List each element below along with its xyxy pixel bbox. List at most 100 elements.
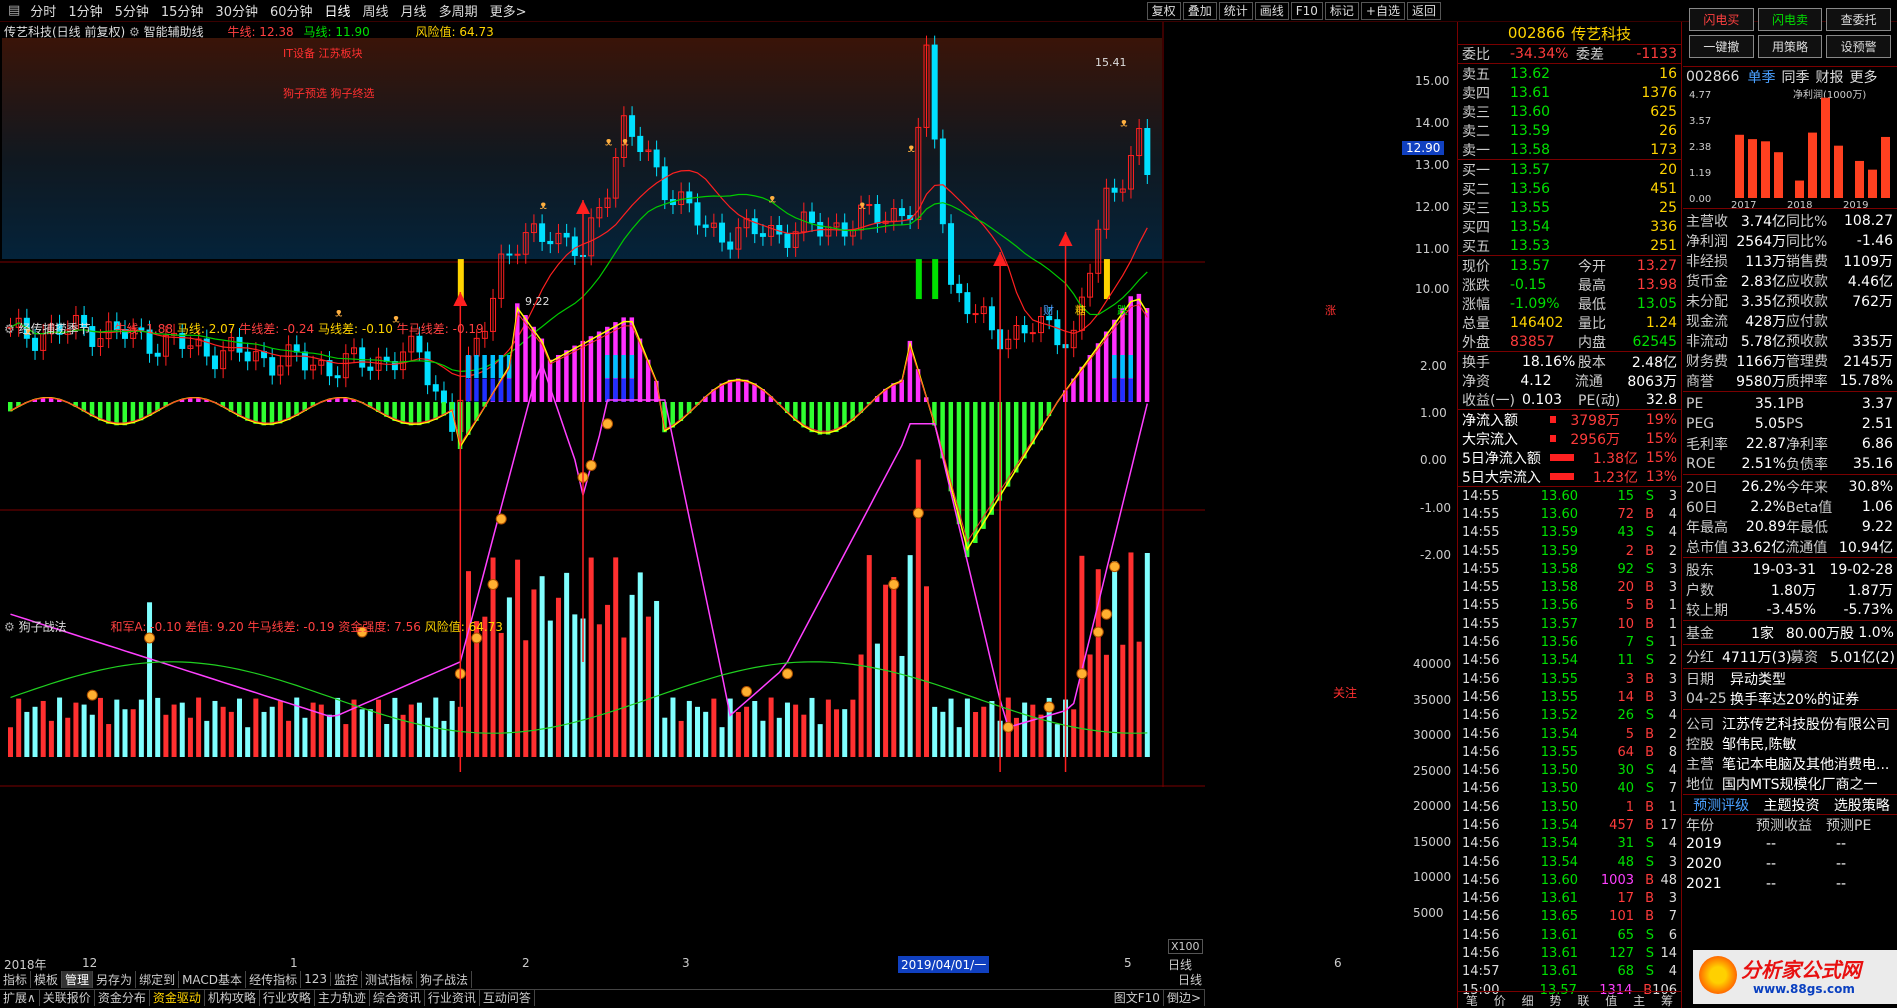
tool-button-6[interactable]: +自选 <box>1360 2 1405 20</box>
indicator-tab-6[interactable]: 经传指标 <box>246 970 302 988</box>
candle[interactable] <box>751 218 758 235</box>
candle[interactable] <box>702 224 709 228</box>
period-tab-2[interactable]: 5分钟 <box>109 1 155 20</box>
candle[interactable] <box>1021 325 1028 334</box>
candle[interactable] <box>359 347 366 368</box>
indicator-tab-9[interactable]: 测试指标 <box>362 970 418 988</box>
candle[interactable] <box>653 149 660 168</box>
period-tab-4[interactable]: 30分钟 <box>209 1 264 20</box>
quote-tab-6[interactable]: 主 <box>1633 992 1645 1008</box>
profit-bar[interactable] <box>1748 139 1757 198</box>
candle[interactable] <box>988 306 995 331</box>
indicator-tab-10[interactable]: 狗子战法 <box>417 970 473 988</box>
indicator-tab-7[interactable]: 123 <box>301 972 331 986</box>
candle[interactable] <box>759 233 766 237</box>
f10-tab-3[interactable]: 更多 <box>1849 67 1877 87</box>
candle[interactable] <box>972 313 979 316</box>
quote-tab-4[interactable]: 联 <box>1577 992 1589 1008</box>
candle[interactable] <box>32 337 39 351</box>
period-tab-3[interactable]: 15分钟 <box>155 1 210 20</box>
period-tab-7[interactable]: 周线 <box>357 1 395 20</box>
candle[interactable] <box>874 204 881 224</box>
period-tab-6[interactable]: 日线 <box>319 1 357 20</box>
gear-icon[interactable]: ⚙ <box>4 620 15 634</box>
bid-row[interactable]: 买四 13.54 336 <box>1458 217 1681 236</box>
trade-button-1[interactable]: 闪电卖 <box>1757 8 1823 31</box>
candle[interactable] <box>939 138 946 225</box>
candle[interactable] <box>694 202 701 226</box>
candle[interactable] <box>367 366 374 371</box>
ask-row[interactable]: 卖三 13.60 625 <box>1458 102 1681 121</box>
candle[interactable] <box>956 283 963 294</box>
tool-button-4[interactable]: F10 <box>1290 2 1323 20</box>
bottom-right-0[interactable]: 图文F10 <box>1111 989 1164 1006</box>
period-tab-0[interactable]: 分时 <box>24 1 62 20</box>
candle[interactable] <box>154 352 161 357</box>
indicator-tab-3[interactable]: 另存为 <box>93 970 137 988</box>
profit-bar[interactable] <box>1868 169 1877 198</box>
candle[interactable] <box>719 222 726 243</box>
profit-bar[interactable] <box>1795 180 1804 198</box>
bottom-link-6[interactable]: 主力轨迹 <box>315 989 370 1006</box>
trade-button-3[interactable]: 一键撤 <box>1689 35 1754 58</box>
candle[interactable] <box>301 351 308 371</box>
period-tab-9[interactable]: 多周期 <box>433 1 484 20</box>
candle[interactable] <box>898 208 905 217</box>
bid-row[interactable]: 买五 13.53 251 <box>1458 236 1681 255</box>
candle[interactable] <box>661 166 668 201</box>
profit-bar[interactable] <box>1855 160 1864 198</box>
panel2-title[interactable]: 经传捕捞季节 <box>19 322 91 336</box>
forecast-tab-1[interactable]: 主题投资 <box>1763 795 1819 815</box>
indicator-tab-4[interactable]: 绑定到 <box>136 970 180 988</box>
profit-bar[interactable] <box>1808 132 1817 198</box>
event-row[interactable]: 04-25 换手率达20%的证券 <box>1683 689 1897 709</box>
candle[interactable] <box>1144 127 1151 176</box>
bottom-link-7[interactable]: 综合资讯 <box>370 989 425 1006</box>
candle[interactable] <box>776 224 783 235</box>
candle[interactable] <box>1054 319 1061 346</box>
indicator-tab-8[interactable]: 监控 <box>331 970 362 988</box>
tool-button-7[interactable]: 返回 <box>1406 2 1441 20</box>
bottom-link-8[interactable]: 行业资讯 <box>425 989 480 1006</box>
tool-button-5[interactable]: 标记 <box>1324 2 1359 20</box>
candle[interactable] <box>563 232 570 238</box>
period-tab-10[interactable]: 更多> <box>484 1 533 20</box>
bottom-right-1[interactable]: 倒边> <box>1164 989 1205 1006</box>
ask-row[interactable]: 卖一 13.58 173 <box>1458 140 1681 159</box>
indicator-tab-2[interactable]: 管理 <box>62 970 94 988</box>
indicator-name[interactable]: 智能辅助线 <box>144 25 204 39</box>
quote-tab-3[interactable]: 势 <box>1550 992 1562 1008</box>
window-icon[interactable]: ▤ <box>4 3 24 18</box>
chart-area[interactable]: ᴥᴥ ᴥᴥᴥ ᴥᴥ ᴥᴥᴥ <box>0 22 1205 1007</box>
candle[interactable] <box>416 335 423 353</box>
candle[interactable] <box>727 241 734 250</box>
candle[interactable] <box>539 223 546 242</box>
gear-icon[interactable]: ⚙ <box>4 322 15 336</box>
f10-tab-1[interactable]: 同季 <box>1781 67 1809 87</box>
profit-bar[interactable] <box>1834 145 1843 198</box>
indicator-tab-5[interactable]: MACD基本 <box>179 970 247 988</box>
indicator-tab-1[interactable]: 模板 <box>31 970 63 988</box>
tool-button-2[interactable]: 统计 <box>1218 2 1253 20</box>
candle[interactable] <box>334 375 341 379</box>
event-marker[interactable]: 财 <box>1043 302 1054 318</box>
candle[interactable] <box>514 253 521 256</box>
bottom-link-9[interactable]: 互动问答 <box>480 989 535 1006</box>
panel3-title[interactable]: 狗子战法 <box>19 620 67 634</box>
candle[interactable] <box>1029 332 1036 335</box>
candle[interactable] <box>506 253 513 256</box>
quote-tab-5[interactable]: 值 <box>1605 992 1617 1008</box>
candle[interactable] <box>931 44 938 140</box>
candle[interactable] <box>440 390 447 404</box>
tool-button-1[interactable]: 叠加 <box>1182 2 1217 20</box>
bottom-link-5[interactable]: 行业攻略 <box>260 989 315 1006</box>
trade-button-4[interactable]: 用策略 <box>1757 35 1823 58</box>
bottom-link-2[interactable]: 资金分布 <box>95 989 150 1006</box>
candle[interactable] <box>424 351 431 386</box>
event-marker[interactable]: 糖 <box>1075 302 1086 318</box>
ask-row[interactable]: 卖五 13.62 16 <box>1458 64 1681 83</box>
period-tab-8[interactable]: 月线 <box>395 1 433 20</box>
candle[interactable] <box>211 355 218 370</box>
profit-bar[interactable] <box>1735 134 1744 198</box>
candle[interactable] <box>629 115 636 137</box>
